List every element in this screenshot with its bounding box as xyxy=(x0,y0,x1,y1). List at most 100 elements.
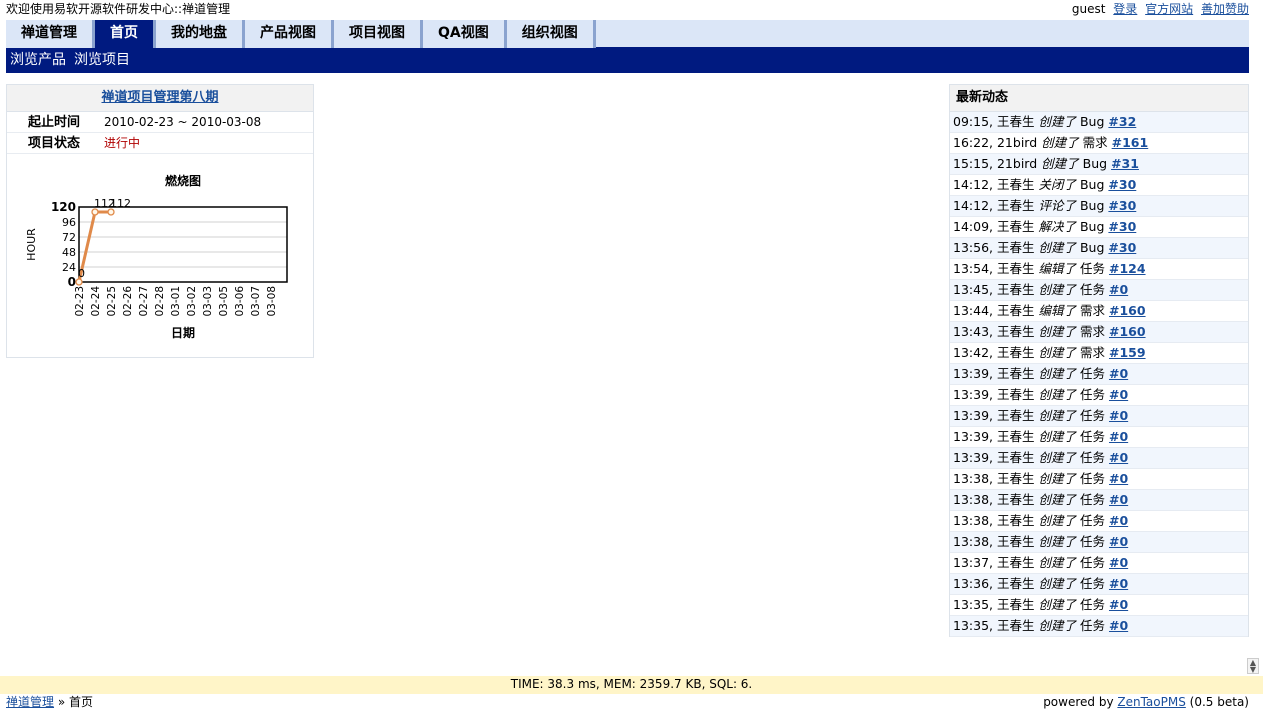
feed-id-link[interactable]: #0 xyxy=(1109,387,1128,402)
feed-type: Bug xyxy=(1082,156,1108,171)
feed-user: 王春生 xyxy=(996,345,1035,360)
feed-id-link[interactable]: #124 xyxy=(1109,261,1146,276)
feed-user: 王春生 xyxy=(996,513,1035,528)
feed-type: 任务 xyxy=(1079,492,1105,507)
feed-id-link[interactable]: #30 xyxy=(1108,240,1136,255)
feed-id-link[interactable]: #159 xyxy=(1109,345,1146,360)
feed-id-link[interactable]: #160 xyxy=(1109,303,1146,318)
feed-user: 王春生 xyxy=(996,576,1035,591)
feed-id-link[interactable]: #0 xyxy=(1109,366,1128,381)
sponsor-link[interactable]: 善加赞助 xyxy=(1201,2,1249,16)
nav-tab-product[interactable]: 产品视图 xyxy=(245,20,334,48)
feed-type: 任务 xyxy=(1079,471,1105,486)
feed-type: 任务 xyxy=(1079,576,1105,591)
feed-user: 王春生 xyxy=(996,387,1035,402)
feed-user: 王春生 xyxy=(996,492,1035,507)
feed-id-link[interactable]: #32 xyxy=(1108,114,1136,129)
feed-id-link[interactable]: #0 xyxy=(1109,576,1128,591)
feed-time: 14:12 xyxy=(953,198,990,213)
feed-id-link[interactable]: #0 xyxy=(1109,555,1128,570)
x-tick-label: 03-06 xyxy=(234,286,246,317)
nav-tab-company[interactable]: 组织视图 xyxy=(506,20,596,48)
info-row-dates: 起止时间 2010-02-23 ~ 2010-03-08 xyxy=(7,112,313,133)
breadcrumb: 禅道管理 » 首页 xyxy=(6,694,93,710)
feed-user: 王春生 xyxy=(996,597,1035,612)
feed-id-link[interactable]: #0 xyxy=(1109,534,1128,549)
feed-time: 13:39 xyxy=(953,366,990,381)
feed-item: 13:56, 王春生 创建了 Bug #30 xyxy=(950,238,1248,259)
feed-id-link[interactable]: #0 xyxy=(1109,597,1128,612)
feed-time: 14:12 xyxy=(953,177,990,192)
username: guest xyxy=(1071,2,1106,16)
feed-id-link[interactable]: #0 xyxy=(1109,471,1128,486)
project-title-row: 禅道项目管理第八期 xyxy=(7,85,313,112)
burndown-chart: 燃烧图 0 24 48 72 96 120 HOUR 02-23 02-24 02-25 02-26 0… xyxy=(17,171,307,351)
activity-feed: 最新动态 09:15, 王春生 创建了 Bug #32 16:22, 21bird… xyxy=(949,84,1249,637)
feed-id-link[interactable]: #0 xyxy=(1109,450,1128,465)
feed-time: 09:15 xyxy=(953,114,990,129)
feed-id-link[interactable]: #161 xyxy=(1112,135,1149,150)
feed-type: 需求 xyxy=(1079,324,1105,339)
breadcrumb-current: 首页 xyxy=(69,695,94,709)
feed-user: 王春生 xyxy=(996,324,1035,339)
powered-version: (0.5 beta) xyxy=(1189,695,1249,709)
feed-id-link[interactable]: #0 xyxy=(1109,513,1128,528)
x-tick-label: 02-25 xyxy=(106,286,118,317)
official-site-link[interactable]: 官方网站 xyxy=(1145,2,1193,16)
feed-id-link[interactable]: #0 xyxy=(1109,492,1128,507)
zentao-link[interactable]: ZenTaoPMS xyxy=(1117,695,1185,709)
feed-item: 13:35, 王春生 创建了 任务 #0 xyxy=(950,616,1248,637)
x-tick-label: 02-24 xyxy=(90,286,102,317)
feed-item: 13:39, 王春生 创建了 任务 #0 xyxy=(950,406,1248,427)
feed-id-link[interactable]: #30 xyxy=(1108,198,1136,213)
feed-type: 任务 xyxy=(1079,597,1105,612)
nav-tab-home[interactable]: 首页 xyxy=(95,20,156,48)
feed-action: 创建了 xyxy=(1038,450,1076,465)
feed-id-link[interactable]: #0 xyxy=(1109,408,1128,423)
feed-item: 13:38, 王春生 创建了 任务 #0 xyxy=(950,490,1248,511)
feed-user: 王春生 xyxy=(996,618,1035,633)
x-tick-label: 03-07 xyxy=(250,286,262,317)
powered-prefix: powered by xyxy=(1043,695,1114,709)
feed-type: Bug xyxy=(1079,198,1105,213)
feed-type: Bug xyxy=(1079,177,1105,192)
feed-type: 任务 xyxy=(1079,408,1105,423)
feed-type: Bug xyxy=(1079,219,1105,234)
chart-title: 燃烧图 xyxy=(165,173,201,188)
feed-item: 13:38, 王春生 创建了 任务 #0 xyxy=(950,469,1248,490)
project-panel: 禅道项目管理第八期 起止时间 2010-02-23 ~ 2010-03-08 项目… xyxy=(6,84,314,358)
plot-frame xyxy=(78,206,288,283)
y-tick-label: 72 xyxy=(62,231,76,244)
breadcrumb-root-link[interactable]: 禅道管理 xyxy=(6,695,54,709)
feed-type: Bug xyxy=(1079,114,1105,129)
powered-by: powered by ZenTaoPMS (0.5 beta) xyxy=(1043,694,1249,710)
breadcrumb-separator: » xyxy=(57,695,66,709)
feed-id-link[interactable]: #0 xyxy=(1109,429,1128,444)
feed-item: 13:39, 王春生 创建了 任务 #0 xyxy=(950,448,1248,469)
feed-item: 14:09, 王春生 解决了 Bug #30 xyxy=(950,217,1248,238)
feed-item: 13:42, 王春生 创建了 需求 #159 xyxy=(950,343,1248,364)
status-label: 项目状态 xyxy=(27,136,80,151)
feed-id-link[interactable]: #30 xyxy=(1108,177,1136,192)
feed-id-link[interactable]: #30 xyxy=(1108,219,1136,234)
feed-user: 王春生 xyxy=(996,240,1035,255)
nav-tab-zentao[interactable]: 禅道管理 xyxy=(6,20,95,48)
feed-action: 编辑了 xyxy=(1038,303,1076,318)
subnav-browse-products[interactable]: 浏览产品 xyxy=(10,52,66,68)
feed-item: 13:36, 王春生 创建了 任务 #0 xyxy=(950,574,1248,595)
subnav-browse-projects[interactable]: 浏览项目 xyxy=(74,52,130,68)
feed-type: Bug xyxy=(1079,240,1105,255)
feed-id-link[interactable]: #160 xyxy=(1109,324,1146,339)
feed-item: 15:15, 21bird 创建了 Bug #31 xyxy=(950,154,1248,175)
login-link[interactable]: 登录 xyxy=(1113,2,1137,16)
project-title-link[interactable]: 禅道项目管理第八期 xyxy=(101,90,218,105)
nav-tab-my[interactable]: 我的地盘 xyxy=(156,20,245,48)
feed-id-link[interactable]: #0 xyxy=(1109,282,1128,297)
feed-time: 13:39 xyxy=(953,387,990,402)
scroll-arrows-icon[interactable]: ▲ ▼ xyxy=(1247,658,1259,674)
feed-id-link[interactable]: #31 xyxy=(1111,156,1139,171)
nav-tab-project[interactable]: 项目视图 xyxy=(334,20,423,48)
status-value: 进行中 xyxy=(104,136,141,150)
nav-tab-qa[interactable]: QA视图 xyxy=(423,20,507,48)
feed-id-link[interactable]: #0 xyxy=(1109,618,1128,633)
